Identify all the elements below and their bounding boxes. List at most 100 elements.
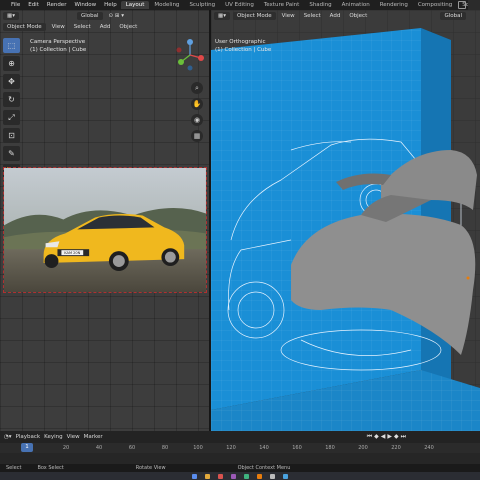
tick-label: 160 (292, 445, 302, 451)
left-editor-type-button[interactable]: ▦▾ (3, 12, 19, 20)
left-menu-object[interactable]: Object (116, 23, 140, 31)
taskbar-blender-icon[interactable] (257, 473, 262, 479)
timeline-header: ◔▾ Playback Keying View Marker (0, 431, 480, 443)
tick-label: 40 (95, 445, 103, 451)
perspective-toggle-icon[interactable]: ▦ (191, 130, 203, 142)
left-orientation-dropdown[interactable]: Global (76, 12, 103, 20)
left-view-info: Camera Perspective (1) Collection | Cube (30, 38, 86, 54)
tab-rendering[interactable]: Rendering (375, 1, 413, 9)
menu-file[interactable]: File (7, 2, 24, 8)
timeline-menu-marker[interactable]: Marker (84, 434, 103, 440)
tick-label: 60 (128, 445, 136, 451)
taskbar-app-icon[interactable] (270, 473, 275, 479)
right-menu-select[interactable]: Select (301, 12, 324, 20)
menu-render[interactable]: Render (43, 2, 71, 8)
tab-shading[interactable]: Shading (304, 1, 336, 9)
taskbar-app-icon[interactable] (205, 473, 210, 479)
prev-key-icon[interactable]: ◆ (374, 433, 379, 441)
timeline-editor-type-icon[interactable]: ◔▾ (4, 434, 12, 440)
taskbar-app-icon[interactable] (244, 473, 249, 479)
tab-texture-paint[interactable]: Texture Paint (259, 1, 305, 9)
left-menu-add[interactable]: Add (97, 23, 114, 31)
tick-label: 140 (259, 445, 269, 451)
next-key-icon[interactable]: ◆ (394, 433, 399, 441)
camera-frame-reference-image: KAM 20N (3, 167, 207, 293)
menu-help[interactable]: Help (100, 2, 121, 8)
move-tool-icon[interactable]: ✥ (3, 74, 20, 89)
scene-name-field[interactable] (468, 0, 480, 10)
tab-compositing[interactable]: Compositing (413, 1, 457, 9)
tab-uv-editing[interactable]: UV Editing (220, 1, 259, 9)
scene-selector-icon[interactable] (458, 1, 466, 9)
left-view-name: Camera Perspective (30, 39, 86, 45)
navigation-gizmo-icon[interactable] (175, 38, 205, 72)
scale-tool-icon[interactable]: ⤢ (3, 110, 20, 125)
status-bar: Select Box Select Rotate View Object Con… (0, 464, 480, 472)
playback-controls: ⏮ ◆ ◀ ▶ ◆ ⏭ (367, 433, 406, 441)
taskbar-app-icon[interactable] (283, 473, 288, 479)
select-box-tool-icon[interactable]: ⬚ (3, 38, 20, 53)
jump-start-icon[interactable]: ⏮ (367, 433, 372, 441)
tool-shelf: ⬚ ⊕ ✥ ↻ ⤢ ⊡ ✎ 📐 (3, 38, 20, 179)
timeline-ruler[interactable]: 20 40 60 80 100 120 140 160 180 200 220 … (0, 443, 480, 453)
right-editor-type-button[interactable]: ▦▾ (214, 12, 230, 20)
license-plate-text: KAM 20N (64, 251, 80, 255)
left-viewport-menus: Object Mode View Select Add Object (3, 23, 140, 31)
taskbar-app-icon[interactable] (192, 473, 197, 479)
right-view-info: User Orthographic (1) Collection | Cube (215, 38, 271, 54)
tab-sculpting[interactable]: Sculpting (184, 1, 220, 9)
right-collection-label: (1) Collection | Cube (215, 47, 272, 53)
tick-label: 100 (193, 445, 203, 451)
status-box-select: Box Select (37, 465, 64, 471)
menu-window[interactable]: Window (70, 2, 100, 8)
left-snap-icon[interactable]: ⊙ ⊞ ▾ (106, 12, 127, 20)
tick-label: 240 (424, 445, 434, 451)
left-menu-select[interactable]: Select (71, 23, 94, 31)
timeline-menu-playback[interactable]: Playback (16, 434, 41, 440)
left-collection-label: (1) Collection | Cube (30, 47, 87, 53)
taskbar-app-icon[interactable] (231, 473, 236, 479)
zoom-icon[interactable]: ⌕ (191, 82, 203, 94)
viewport-nav-buttons: ⌕ ✋ ◉ ▦ (191, 82, 203, 142)
timeline-menu-keying[interactable]: Keying (44, 434, 62, 440)
annotate-tool-icon[interactable]: ✎ (3, 146, 20, 161)
jump-end-icon[interactable]: ⏭ (401, 433, 406, 441)
pan-hand-icon[interactable]: ✋ (191, 98, 203, 110)
status-context-menu: Object Context Menu (237, 465, 291, 471)
taskbar-app-icon[interactable] (218, 473, 223, 479)
cursor-tool-icon[interactable]: ⊕ (3, 56, 20, 71)
blueprint-scene (211, 10, 480, 431)
timeline-menu-view[interactable]: View (67, 434, 80, 440)
right-menu-add[interactable]: Add (327, 12, 344, 20)
tab-modeling[interactable]: Modeling (149, 1, 184, 9)
camera-view-icon[interactable]: ◉ (191, 114, 203, 126)
left-menu-view[interactable]: View (49, 23, 68, 31)
status-rotate-view: Rotate View (135, 465, 166, 471)
tab-animation[interactable]: Animation (337, 1, 375, 9)
right-viewport[interactable]: ▦▾ Object Mode View Select Add Object Gl… (211, 10, 480, 441)
rotate-tool-icon[interactable]: ↻ (3, 92, 20, 107)
tick-label: 200 (358, 445, 368, 451)
left-viewport[interactable]: ▦▾ Global ⊙ ⊞ ▾ Object Mode View Select … (0, 10, 209, 441)
tick-label: 80 (161, 445, 169, 451)
menu-edit[interactable]: Edit (24, 2, 43, 8)
right-menu-object[interactable]: Object (346, 12, 370, 20)
tick-label: 180 (325, 445, 335, 451)
left-mode-dropdown[interactable]: Object Mode (3, 23, 46, 31)
right-view-name: User Orthographic (215, 39, 266, 45)
os-taskbar (0, 472, 480, 480)
right-orientation-dropdown[interactable]: Global (440, 12, 466, 20)
right-menu-view[interactable]: View (279, 12, 298, 20)
tick-label: 20 (62, 445, 70, 451)
status-select: Select (6, 465, 22, 471)
car-photo: KAM 20N (4, 168, 206, 292)
current-frame-indicator[interactable]: 1 (21, 443, 33, 452)
top-menu-bar: File Edit Render Window Help Layout Mode… (0, 0, 480, 10)
play-reverse-icon[interactable]: ◀ (381, 433, 386, 441)
tick-label: 120 (226, 445, 236, 451)
tab-layout[interactable]: Layout (120, 1, 150, 9)
play-icon[interactable]: ▶ (387, 433, 392, 441)
tick-label: 220 (391, 445, 401, 451)
right-mode-dropdown[interactable]: Object Mode (232, 12, 276, 20)
transform-tool-icon[interactable]: ⊡ (3, 128, 20, 143)
